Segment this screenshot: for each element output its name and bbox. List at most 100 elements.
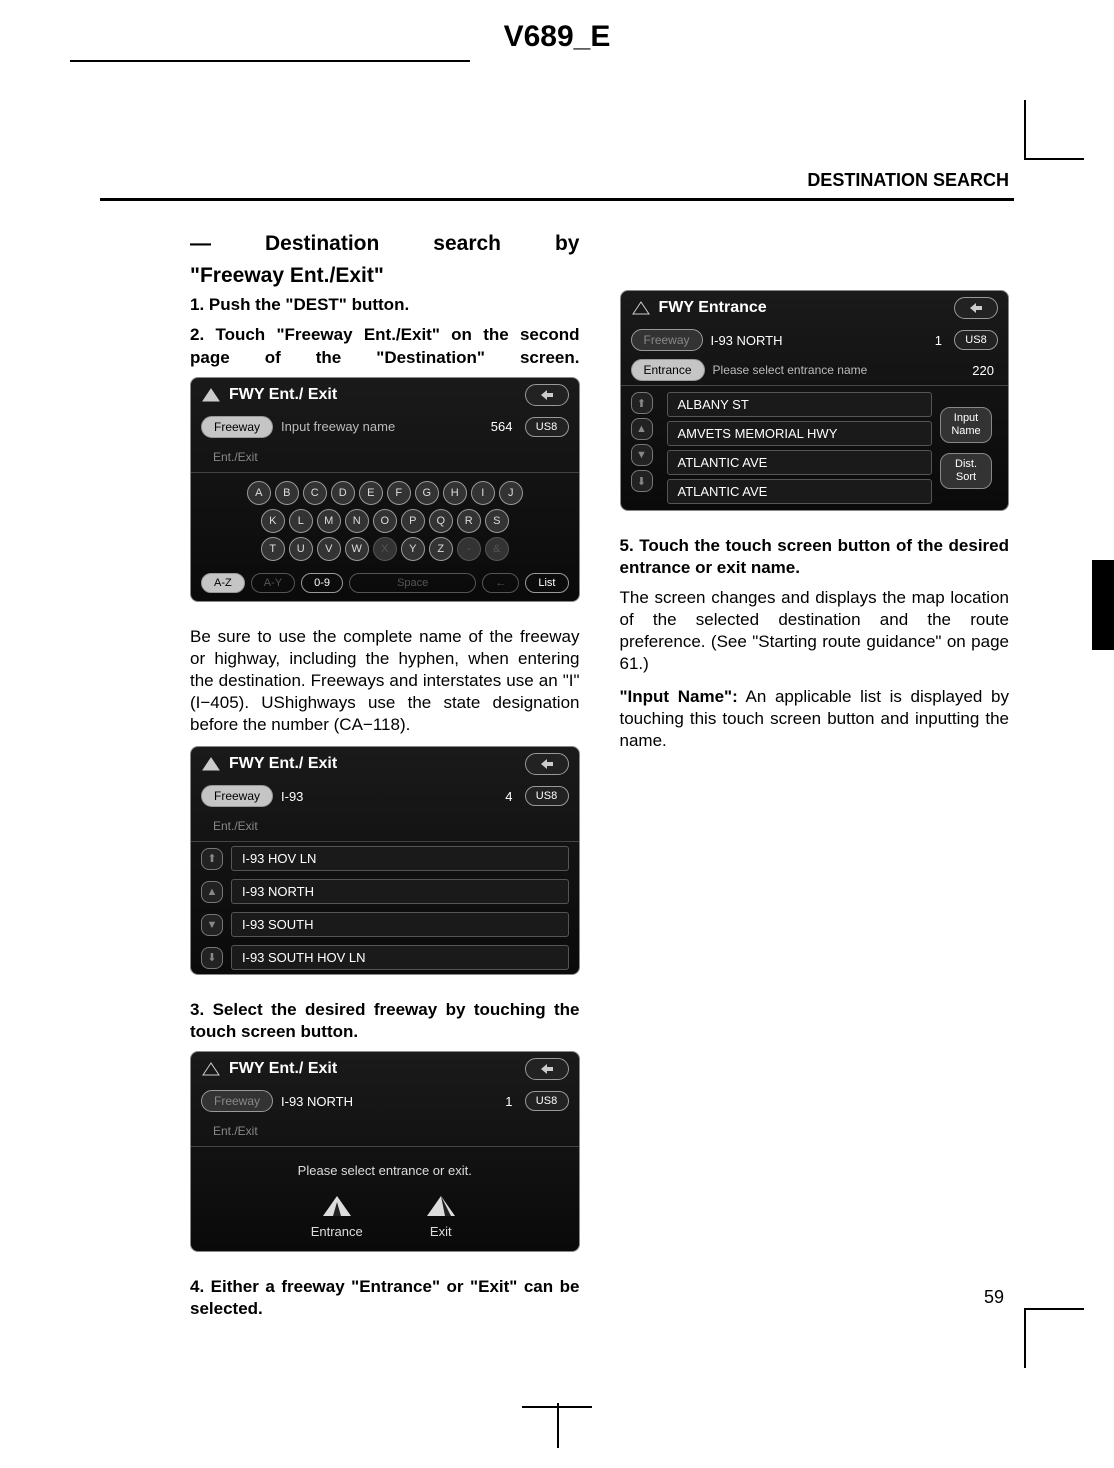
key-b[interactable]: B (275, 481, 299, 505)
input-name-l1: Input (943, 412, 989, 425)
key-p[interactable]: P (401, 509, 425, 533)
scroll-bottom-button[interactable]: ⬇ (631, 470, 653, 492)
scroll-down-button[interactable]: ▼ (631, 444, 653, 466)
key-e[interactable]: E (359, 481, 383, 505)
key-o[interactable]: O (373, 509, 397, 533)
section-header: DESTINATION SEARCH (807, 170, 1009, 191)
entrance-icon (319, 1192, 355, 1220)
key-l[interactable]: L (289, 509, 313, 533)
nav-logo-icon (201, 756, 221, 772)
body-2: The screen changes and displays the map … (620, 587, 1010, 675)
back-button[interactable] (525, 384, 569, 406)
step-5: 5. Touch the touch screen button of the … (620, 535, 1010, 579)
step-3: 3. Select the desired freeway by touchin… (190, 999, 580, 1043)
crop-top (0, 60, 1114, 62)
key-s[interactable]: S (485, 509, 509, 533)
entexit-tab: Ent./Exit (201, 815, 270, 837)
scroll-top-button[interactable]: ⬆ (631, 392, 653, 414)
nav-screen-entrance-list: FWY Entrance Freeway I-93 NORTH 1 US8 En… (620, 290, 1010, 511)
key-z[interactable]: Z (429, 537, 453, 561)
freeway-tab: Freeway (201, 1090, 273, 1112)
key-h[interactable]: H (443, 481, 467, 505)
input-name-button[interactable]: Input Name (940, 407, 992, 443)
screen1-title: FWY Ent./ Exit (229, 386, 337, 404)
key-j[interactable]: J (499, 481, 523, 505)
scroll-button[interactable]: ⬆ (201, 848, 223, 870)
key-t[interactable]: T (261, 537, 285, 561)
ay-button: A-Y (251, 573, 295, 593)
key-y[interactable]: Y (401, 537, 425, 561)
region-button[interactable]: US8 (525, 1091, 569, 1111)
key-w[interactable]: W (345, 537, 369, 561)
region-button[interactable]: US8 (525, 417, 569, 437)
key-k[interactable]: K (261, 509, 285, 533)
region-button[interactable]: US8 (525, 786, 569, 806)
crop-br (1024, 1308, 1084, 1368)
scroll-button[interactable]: ⬇ (201, 947, 223, 969)
list-item[interactable]: ATLANTIC AVE (667, 479, 933, 504)
key-g[interactable]: G (415, 481, 439, 505)
list-item[interactable]: I-93 SOUTH HOV LN (231, 945, 569, 970)
key-a[interactable]: A (247, 481, 271, 505)
back-button[interactable] (525, 1058, 569, 1080)
key-&: & (485, 537, 509, 561)
freeway-count: 564 (491, 419, 513, 434)
freeway-tab[interactable]: Freeway (201, 416, 273, 438)
entrance-tab[interactable]: Entrance (631, 359, 705, 381)
dist-sort-l2: Sort (943, 471, 989, 484)
key-v[interactable]: V (317, 537, 341, 561)
right-column: FWY Entrance Freeway I-93 NORTH 1 US8 En… (620, 230, 1010, 1328)
key-q[interactable]: Q (429, 509, 453, 533)
entrance-button[interactable]: Entrance (311, 1192, 363, 1239)
scroll-button[interactable]: ▼ (201, 914, 223, 936)
key-x: X (373, 537, 397, 561)
key-f[interactable]: F (387, 481, 411, 505)
page-number: 59 (984, 1287, 1004, 1308)
list-item[interactable]: I-93 HOV LN (231, 846, 569, 871)
freeway-value: I-93 (281, 789, 493, 804)
key-i[interactable]: I (471, 481, 495, 505)
space-button: Space (349, 573, 476, 593)
nav-screen-entrance-exit: FWY Ent./ Exit Freeway I-93 NORTH 1 US8 … (190, 1051, 580, 1252)
exit-button[interactable]: Exit (423, 1192, 459, 1239)
num-button[interactable]: 0-9 (301, 573, 343, 593)
key-r[interactable]: R (457, 509, 481, 533)
freeway-count: 4 (505, 789, 512, 804)
step-1: 1. Push the "DEST" button. (190, 294, 580, 316)
key-u[interactable]: U (289, 537, 313, 561)
key-c[interactable]: C (303, 481, 327, 505)
keyboard: ABCDEFGHIJ KLMNOPQRS TUVWXYZ-& (191, 472, 579, 573)
freeway-input-placeholder[interactable]: Input freeway name (281, 419, 479, 434)
section-tab (1092, 560, 1114, 650)
scroll-up-button[interactable]: ▲ (631, 418, 653, 440)
back-button[interactable] (954, 297, 998, 319)
step-4: 4. Either a freeway "Entrance" or "Exit"… (190, 1276, 580, 1320)
freeway-tab[interactable]: Freeway (201, 785, 273, 807)
scroll-button[interactable]: ▲ (201, 881, 223, 903)
key-m[interactable]: M (317, 509, 341, 533)
exit-icon (423, 1192, 459, 1220)
list-item[interactable]: I-93 NORTH (231, 879, 569, 904)
key-n[interactable]: N (345, 509, 369, 533)
az-button[interactable]: A-Z (201, 573, 245, 593)
ee-prompt: Please select entrance or exit. (191, 1163, 579, 1178)
count: 1 (505, 1094, 512, 1109)
nav-logo-icon (201, 387, 221, 403)
nav-screen-freeway-list: FWY Ent./ Exit Freeway I-93 4 US8 Ent./E… (190, 746, 580, 975)
list-item[interactable]: AMVETS MEMORIAL HWY (667, 421, 933, 446)
list-button[interactable]: List (525, 573, 568, 593)
nav-logo-icon (201, 1061, 221, 1077)
list-item[interactable]: ATLANTIC AVE (667, 450, 933, 475)
entrance-placeholder: Please select entrance name (713, 363, 961, 377)
key-d[interactable]: D (331, 481, 355, 505)
entrance-label: Entrance (311, 1224, 363, 1239)
list-item[interactable]: ALBANY ST (667, 392, 933, 417)
left-column: — Destination search by "Freeway Ent./Ex… (190, 230, 580, 1328)
input-note-label: "Input Name": (620, 687, 738, 706)
dist-sort-button[interactable]: Dist. Sort (940, 453, 992, 489)
screen3-title: FWY Ent./ Exit (229, 1060, 337, 1078)
list-item[interactable]: I-93 SOUTH (231, 912, 569, 937)
region-button[interactable]: US8 (954, 330, 998, 350)
screen2-title: FWY Ent./ Exit (229, 755, 337, 773)
back-button[interactable] (525, 753, 569, 775)
